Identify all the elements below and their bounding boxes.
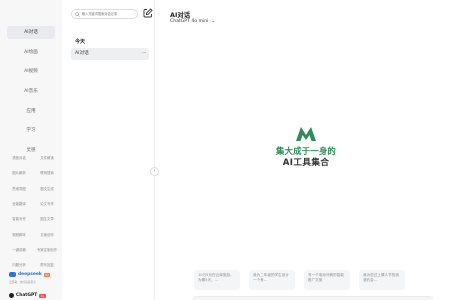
section-today: 今天 xyxy=(75,39,86,45)
tool-link[interactable]: 专家定制创作 xyxy=(33,247,61,252)
deepseek-subtext: 云部署，支持深度思考 xyxy=(9,280,36,284)
tool-link[interactable]: 视频脚本 xyxy=(5,232,33,237)
search-input[interactable] xyxy=(82,12,137,16)
search-box[interactable] xyxy=(71,9,138,19)
prompt-card[interactable]: 写一个电动牙刷的智能推广文案 xyxy=(304,270,350,290)
deepseek-logo-icon xyxy=(9,272,16,277)
deepseek-promo[interactable]: deepseek R1 xyxy=(9,272,51,277)
hero-title: AI工具集合 xyxy=(282,158,330,168)
tool-link[interactable]: 图生文章 xyxy=(33,216,61,221)
tool-link[interactable]: 一键成稿 xyxy=(5,247,33,252)
tool-link[interactable]: 语音对话 xyxy=(5,155,33,160)
nav-item-ai-drawing[interactable]: AI绘画 xyxy=(7,46,55,59)
chatgpt-badge: 4o xyxy=(39,293,46,298)
deepseek-logo-text: deepseek xyxy=(18,272,42,277)
history-panel: 今天 AI对话 ··· xyxy=(62,0,155,300)
prompt-suggestions: 10万5月在云南旅游，为期5天，... 我为二年级的学生设计一个有... 写一个… xyxy=(194,270,405,290)
brand-logo-icon xyxy=(296,127,316,141)
conversation-item[interactable]: AI对话 ··· xyxy=(71,48,149,60)
chatgpt-logo-icon xyxy=(9,293,14,298)
more-options-icon[interactable]: ··· xyxy=(142,48,146,59)
deepseek-badge: R1 xyxy=(43,272,51,277)
tool-link[interactable]: 帮写回复 xyxy=(33,262,61,267)
left-nav: AI对话 AI绘画 AI视频 AI音乐 应用 学习 灵感 语音对话 文件解读 图片… xyxy=(0,0,62,300)
tool-link[interactable]: 论文写作 xyxy=(33,201,61,206)
prompt-card[interactable]: 10万5月在云南旅游，为期5天，... xyxy=(194,270,240,290)
message-input[interactable] xyxy=(193,296,433,300)
tool-link[interactable]: 图文生成 xyxy=(33,186,61,191)
tool-link[interactable]: 思维导图 xyxy=(5,186,33,191)
nav-item-learning[interactable]: 学习 xyxy=(7,124,55,137)
chevron-down-icon: ⌄ xyxy=(211,19,216,24)
chatgpt-promo[interactable]: ChatGPT 4o xyxy=(9,293,46,298)
tool-link[interactable]: 文案创作 xyxy=(33,232,61,237)
nav-item-ai-chat[interactable]: AI对话 xyxy=(7,26,55,39)
prompt-card[interactable]: 我为您过上情人节的浪漫约会... xyxy=(359,270,405,290)
tool-link[interactable]: 问题分析 xyxy=(5,262,33,267)
collapse-panel-button[interactable]: ‹ xyxy=(150,167,159,176)
model-selector[interactable]: ChatGPT 4o mini ⌄ xyxy=(170,19,215,24)
new-chat-icon[interactable] xyxy=(143,8,153,18)
prompt-card[interactable]: 我为二年级的学生设计一个有... xyxy=(249,270,295,290)
nav-item-ai-music[interactable]: AI音乐 xyxy=(7,85,55,98)
nav-item-apps[interactable]: 应用 xyxy=(7,105,55,118)
tool-link[interactable]: 联网搜索 xyxy=(33,170,61,175)
tool-grid: 语音对话 文件解读 图片解析 联网搜索 思维导图 图文生成 全能翻译 论文写作 智能写作… xyxy=(5,150,61,272)
search-icon xyxy=(75,11,80,17)
tool-link[interactable]: 智能写作 xyxy=(5,216,33,221)
tool-link[interactable]: 图片解析 xyxy=(5,170,33,175)
nav-item-ai-video[interactable]: AI视频 xyxy=(7,65,55,78)
chatgpt-logo-text: ChatGPT xyxy=(16,293,38,298)
model-name: ChatGPT 4o mini xyxy=(170,19,209,24)
page-title: AI对话 xyxy=(170,11,191,19)
app-window: AI对话 AI绘画 AI视频 AI音乐 应用 学习 灵感 语音对话 文件解读 图片… xyxy=(0,0,456,300)
tool-link[interactable]: 文件解读 xyxy=(33,155,61,160)
conversation-title: AI对话 xyxy=(75,51,89,56)
tool-link[interactable]: 全能翻译 xyxy=(5,201,33,206)
nav-list: AI对话 AI绘画 AI视频 AI音乐 应用 学习 灵感 xyxy=(0,26,62,164)
